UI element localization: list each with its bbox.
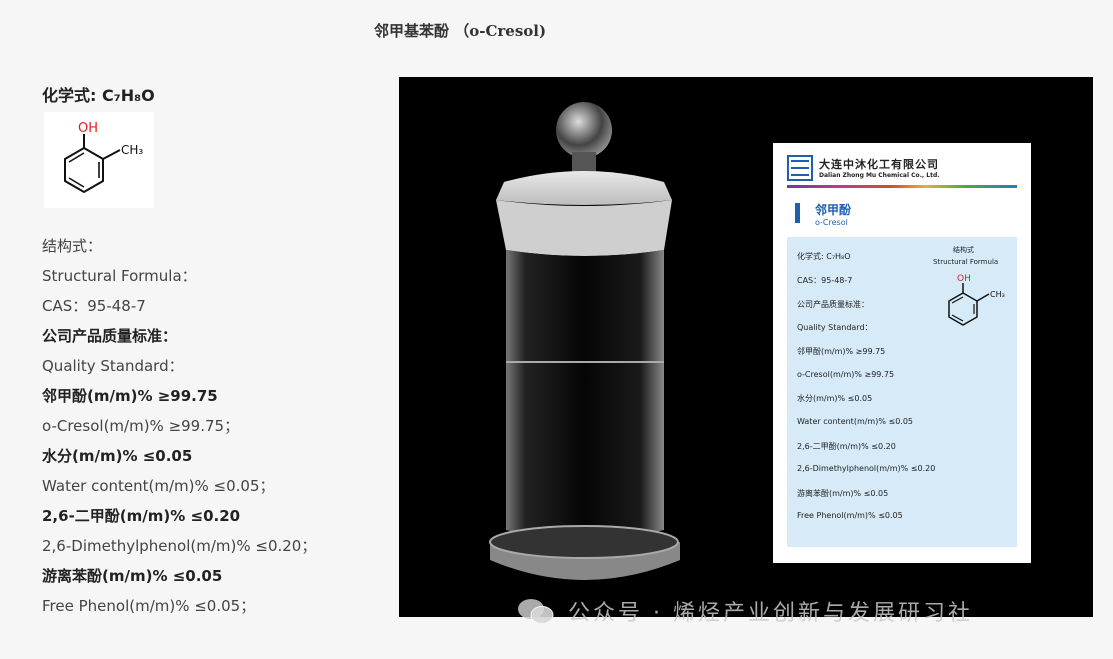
structure-diagram: OH CH₃	[44, 112, 154, 208]
accent-bar	[795, 203, 800, 223]
label-spec-line: 2,6-Dimethylphenol(m/m)% ≤0.20	[797, 464, 936, 473]
label-spec-line: 化学式: C₇H₈O	[797, 252, 851, 261]
ch3-label: CH₃	[121, 143, 143, 157]
label-spec-line: 邻甲酚(m/m)% ≥99.75	[797, 347, 886, 356]
label-spec-line: o-Cresol(m/m)% ≥99.75	[797, 370, 895, 379]
label-ch3: CH₃	[990, 290, 1005, 299]
oh-label: OH	[78, 121, 98, 136]
label-spec-line: 2,6-二甲酚(m/m)% ≤0.20	[797, 442, 896, 451]
spec-line: 公司产品质量标准：	[42, 327, 178, 345]
spec-line: 邻甲酚(m/m)% ≥99.75	[42, 387, 218, 405]
company-logo-icon	[787, 155, 813, 181]
spec-line: 2,6-Dimethylphenol(m/m)% ≤0.20；	[42, 537, 317, 555]
label-spec-line: CAS：95-48-7	[797, 276, 853, 285]
company-name-en: Dalian Zhong Mu Chemical Co., Ltd.	[819, 172, 940, 179]
color-rule	[787, 185, 1017, 188]
label-product-name-cn: 邻甲酚	[815, 203, 852, 217]
label-product-name-en: o-Cresol	[815, 218, 848, 227]
wechat-icon	[518, 599, 554, 624]
label-structure-cn: 结构式	[953, 246, 974, 254]
spec-line: Free Phenol(m/m)% ≤0.05；	[42, 597, 256, 615]
chemical-formula-heading: 化学式: C₇H₈O	[42, 86, 155, 105]
watermark: 公众号 · 烯烃产业创新与发展研习社	[516, 595, 973, 627]
glass-jar-image	[489, 102, 680, 580]
spec-line: 结构式：	[42, 237, 103, 255]
jar-lid-top	[496, 171, 672, 205]
jar-base-rim	[489, 525, 679, 559]
label-structure-svg: OH CH₃	[948, 274, 1005, 326]
label-spec-line: 公司产品质量标准：	[797, 300, 869, 309]
label-spec-line: 游离苯酚(m/m)% ≤0.05	[797, 489, 889, 498]
product-photo: 大连中沐化工有限公司 Dalian Zhong Mu Chemical Co.,…	[399, 77, 1093, 617]
company-name-cn: 大连中沐化工有限公司	[819, 158, 939, 171]
o-cresol-structure-svg: OH CH₃	[64, 121, 143, 194]
product-label: 大连中沐化工有限公司 Dalian Zhong Mu Chemical Co.,…	[773, 143, 1031, 563]
jar-body	[506, 250, 664, 540]
spec-line: Quality Standard：	[42, 357, 184, 375]
watermark-text: 公众号 · 烯烃产业创新与发展研习社	[568, 601, 973, 626]
spec-line: 2,6-二甲酚(m/m)% ≤0.20	[42, 507, 241, 525]
benzene-ring	[64, 146, 104, 194]
spec-line: Structural Formula：	[42, 267, 197, 285]
label-spec-line: Free Phenol(m/m)% ≤0.05	[797, 511, 903, 520]
jar-lid-band	[496, 200, 672, 256]
methyl-bond	[102, 149, 121, 160]
label-spec-line: Quality Standard：	[797, 323, 873, 332]
label-spec-line: Water content(m/m)% ≤0.05	[797, 417, 914, 426]
label-spec-line: 水分(m/m)% ≤0.05	[797, 394, 873, 403]
jar-knob	[556, 102, 612, 158]
page-title: 邻甲基苯酚 （o-Cresol)	[374, 22, 547, 40]
spec-line: o-Cresol(m/m)% ≥99.75；	[42, 417, 240, 435]
spec-list: 结构式： Structural Formula： CAS：95-48-7 公司产…	[42, 234, 372, 624]
label-oh: OH	[957, 274, 971, 284]
spec-line: 水分(m/m)% ≤0.05	[42, 447, 193, 465]
label-spec-panel: 化学式: C₇H₈O CAS：95-48-7 公司产品质量标准： Quality…	[787, 237, 1017, 547]
spec-line: Water content(m/m)% ≤0.05；	[42, 477, 275, 495]
spec-line: 游离苯酚(m/m)% ≤0.05	[42, 567, 223, 585]
label-structure-en: Structural Formula	[933, 258, 999, 266]
spec-line: CAS：95-48-7	[42, 297, 146, 315]
